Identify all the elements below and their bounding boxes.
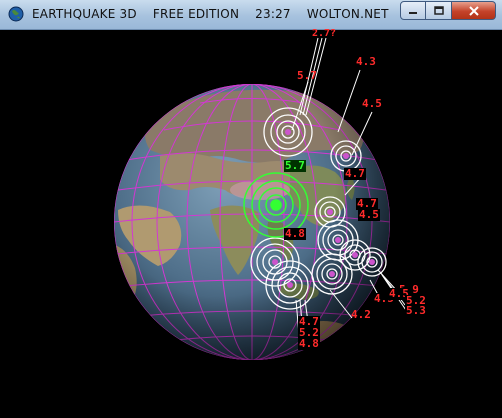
minimize-button[interactable]: [400, 1, 426, 20]
quake-label-2: 4.3: [356, 55, 376, 68]
earthquake-3d-window: EARTHQUAKE 3D FREE EDITION 23:27 WOLTON.…: [0, 0, 502, 418]
quake-label-1: 5.7: [297, 69, 317, 82]
quake-label-recent: 5.7: [284, 159, 306, 172]
quake-label-top: 2.7?: [312, 28, 337, 39]
quake-label-16: 4.8: [298, 337, 320, 350]
window-title: EARTHQUAKE 3D FREE EDITION 23:27 WOLTON.…: [32, 7, 432, 21]
maximize-icon: [433, 6, 444, 15]
quake-label-13: 4.2: [351, 308, 371, 321]
minimize-icon: [409, 11, 417, 14]
globe-shading: [114, 84, 390, 360]
quake-label-7: 4.8: [284, 227, 306, 240]
globe-canvas[interactable]: [0, 30, 502, 418]
quake-label-12: 5.3: [405, 304, 427, 317]
quake-label-3: 4.5: [362, 97, 382, 110]
globe-viewport[interactable]: 2.7? 5.7 4.3 4.5 5.7 4.7 4.7 4.5 4.8 4.5…: [0, 28, 502, 418]
close-icon: [468, 5, 479, 16]
title-bar[interactable]: EARTHQUAKE 3D FREE EDITION 23:27 WOLTON.…: [0, 0, 502, 30]
quake-label-6: 4.5: [358, 208, 380, 221]
close-button[interactable]: [452, 1, 496, 20]
window-controls: [400, 1, 496, 22]
earth-icon: [8, 6, 24, 22]
quake-label-4: 4.7: [344, 167, 366, 180]
maximize-button[interactable]: [426, 1, 452, 20]
